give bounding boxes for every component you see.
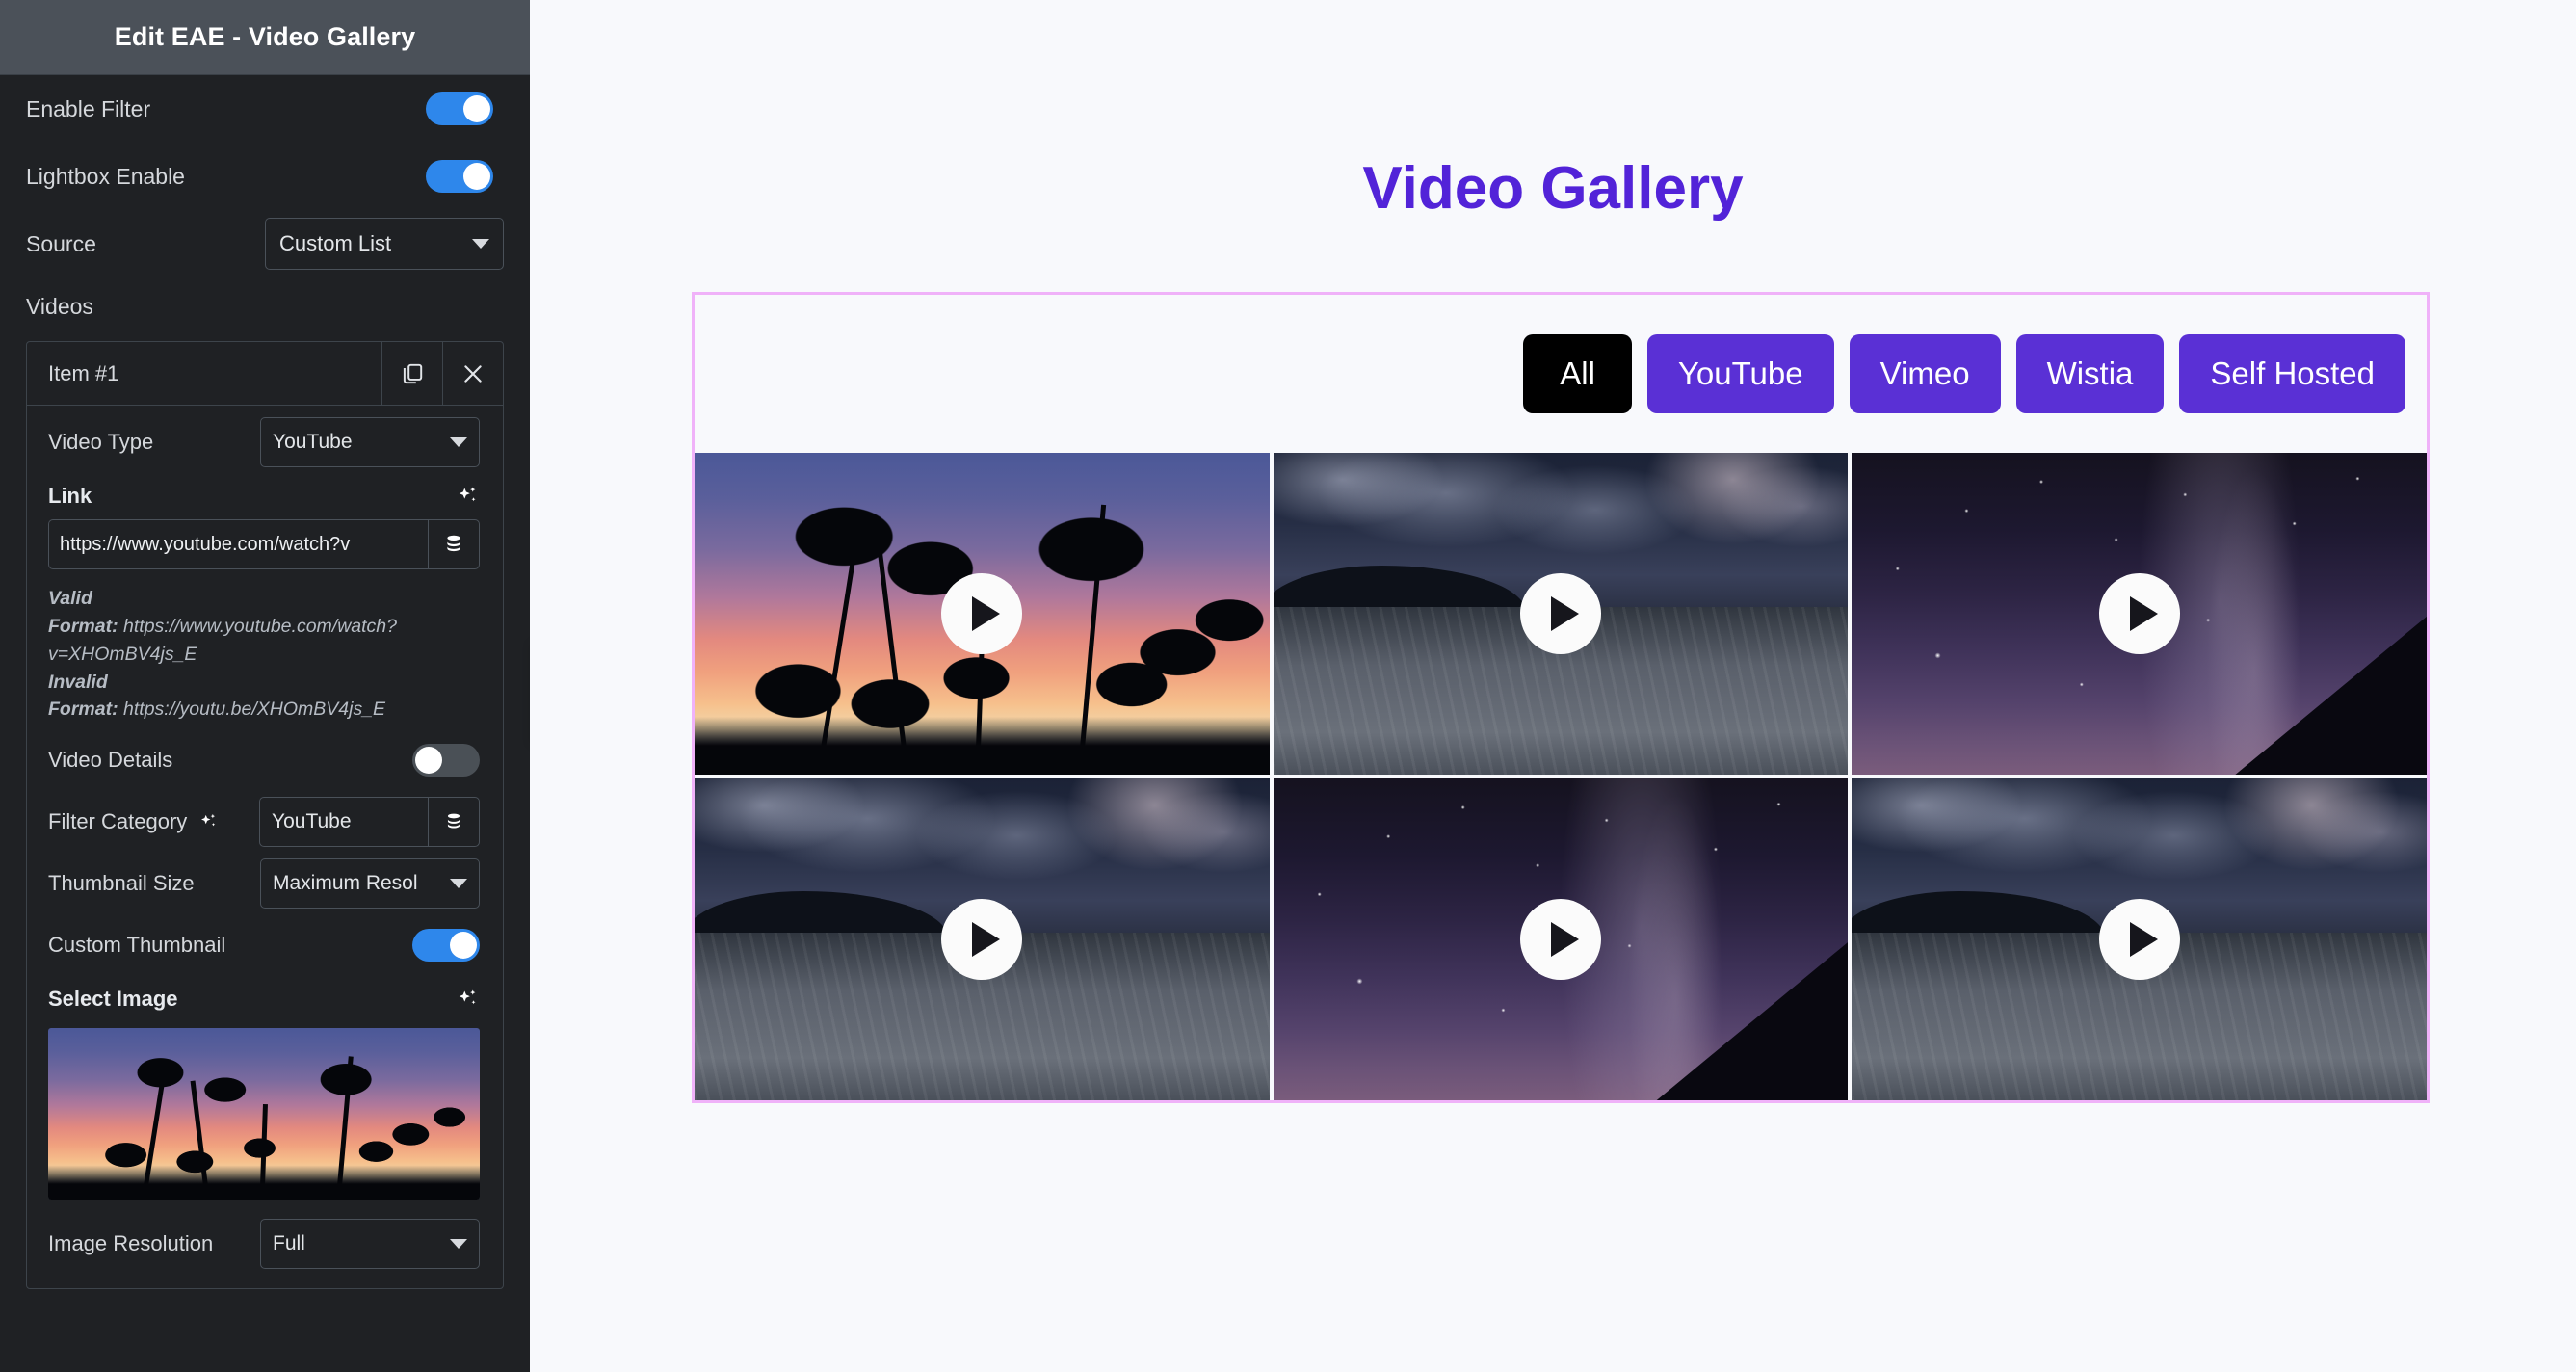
video-card[interactable] — [1273, 453, 1849, 775]
image-resolution-select[interactable]: Full — [260, 1219, 480, 1270]
video-card[interactable] — [695, 453, 1270, 775]
video-gallery-widget: All YouTube Vimeo Wistia Self Hosted — [692, 292, 2430, 1103]
repeater-item-title: Item #1 — [48, 360, 119, 385]
play-icon[interactable] — [2098, 899, 2180, 980]
invalid-format-label: Format: — [48, 699, 118, 721]
control-video-type: Video Type YouTube — [27, 411, 503, 473]
lightbox-enable-label: Lightbox Enable — [26, 163, 185, 189]
image-resolution-label: Image Resolution — [48, 1231, 214, 1256]
play-icon[interactable] — [941, 899, 1023, 980]
chevron-down-icon — [450, 879, 467, 889]
control-enable-filter: Enable Filter — [0, 75, 530, 143]
source-select-value: Custom List — [279, 231, 392, 255]
link-input-wrap: https://www.youtube.com/watch?v — [48, 519, 480, 569]
source-label: Source — [26, 230, 96, 256]
custom-thumbnail-label: Custom Thumbnail — [48, 933, 226, 958]
filter-button-youtube[interactable]: YouTube — [1646, 334, 1834, 413]
sparkle-icon[interactable] — [197, 811, 219, 832]
filter-category-label: Filter Category — [48, 809, 188, 834]
thumbnail-size-select[interactable]: Maximum Resol — [260, 858, 480, 910]
panel-body: Enable Filter Lightbox Enable Source Cus… — [0, 75, 530, 1290]
link-validation: Valid Format: https://www.youtube.com/wa… — [48, 585, 480, 724]
control-custom-thumbnail: Custom Thumbnail — [27, 914, 503, 976]
video-type-select[interactable]: YouTube — [260, 417, 480, 467]
video-details-toggle[interactable] — [412, 744, 480, 778]
video-card[interactable] — [1852, 453, 2427, 775]
invalid-title: Invalid — [48, 671, 108, 693]
panel-header: Edit EAE - Video Gallery — [0, 0, 530, 75]
chevron-down-icon — [450, 1239, 467, 1250]
toggle-knob — [463, 163, 490, 190]
filter-button-wistia[interactable]: Wistia — [2015, 334, 2165, 413]
repeater-item-header[interactable]: Item #1 — [27, 342, 503, 406]
thumbnail-size-label: Thumbnail Size — [48, 871, 195, 896]
control-video-details: Video Details — [27, 729, 503, 791]
video-grid — [695, 453, 2427, 1100]
video-type-value: YouTube — [273, 431, 353, 453]
custom-thumbnail-toggle[interactable] — [412, 929, 480, 963]
filter-category-field: YouTube — [259, 797, 480, 848]
enable-filter-label: Enable Filter — [26, 95, 151, 121]
control-image-resolution: Image Resolution Full — [27, 1213, 503, 1275]
filter-category-input[interactable]: YouTube — [260, 798, 429, 847]
chevron-down-icon — [472, 239, 489, 249]
thumbnail-preview[interactable] — [48, 1028, 480, 1200]
link-input[interactable]: https://www.youtube.com/watch?v — [48, 519, 428, 569]
play-icon[interactable] — [1519, 899, 1601, 980]
videos-repeater: Item #1 Video Type YouTube Link https://… — [26, 341, 504, 1290]
control-thumbnail-size: Thumbnail Size Maximum Resol — [27, 853, 503, 914]
sparkle-icon[interactable] — [455, 987, 480, 1012]
page-title: Video Gallery — [1362, 155, 1744, 222]
preview-canvas: Video Gallery All YouTube Vimeo Wistia S… — [530, 0, 2576, 1372]
play-icon[interactable] — [1519, 573, 1601, 654]
control-filter-category: Filter Category YouTube — [27, 791, 503, 853]
filter-button-self-hosted[interactable]: Self Hosted — [2179, 334, 2405, 413]
palms-sunset-image — [48, 1028, 480, 1200]
video-type-label: Video Type — [48, 430, 154, 454]
play-icon[interactable] — [941, 573, 1023, 654]
select-image-label: Select Image — [48, 987, 178, 1012]
source-select[interactable]: Custom List — [265, 218, 504, 270]
control-lightbox-enable: Lightbox Enable — [0, 143, 530, 210]
filter-button-all[interactable]: All — [1523, 334, 1632, 413]
duplicate-icon[interactable] — [381, 342, 442, 405]
link-label-row: Link — [27, 473, 503, 519]
repeater-item-body: Video Type YouTube Link https://www.yout… — [27, 406, 503, 1288]
sparkle-icon[interactable] — [455, 484, 480, 509]
valid-format-label: Format: — [48, 615, 118, 637]
database-icon[interactable] — [429, 798, 479, 846]
toggle-knob — [450, 932, 477, 960]
valid-title: Valid — [48, 588, 92, 609]
control-source: Source Custom List — [0, 210, 530, 277]
filter-button-vimeo[interactable]: Vimeo — [1849, 334, 2001, 413]
invalid-format-value: https://youtu.be/XHOmBV4js_E — [123, 699, 386, 721]
database-icon[interactable] — [428, 519, 480, 569]
video-details-label: Video Details — [48, 748, 173, 773]
filter-category-label-group: Filter Category — [48, 809, 219, 834]
enable-filter-toggle[interactable] — [426, 92, 493, 125]
select-image-row: Select Image — [27, 976, 503, 1022]
video-card[interactable] — [1273, 778, 1849, 1100]
link-label: Link — [48, 484, 92, 508]
filter-bar: All YouTube Vimeo Wistia Self Hosted — [695, 295, 2427, 453]
image-resolution-value: Full — [273, 1232, 305, 1255]
close-icon[interactable] — [442, 342, 503, 405]
editor-sidebar: Edit EAE - Video Gallery Enable Filter L… — [0, 0, 530, 1372]
toggle-knob — [415, 747, 442, 775]
editor-root: Edit EAE - Video Gallery Enable Filter L… — [0, 0, 2576, 1372]
toggle-knob — [463, 95, 490, 122]
play-icon[interactable] — [2098, 573, 2180, 654]
video-card[interactable] — [695, 778, 1270, 1100]
videos-section-label: Videos — [26, 293, 93, 319]
lightbox-enable-toggle[interactable] — [426, 160, 493, 193]
thumbnail-size-value: Maximum Resol — [273, 872, 418, 895]
video-card[interactable] — [1852, 778, 2427, 1100]
panel-title: Edit EAE - Video Gallery — [114, 22, 416, 51]
chevron-down-icon — [450, 437, 467, 447]
